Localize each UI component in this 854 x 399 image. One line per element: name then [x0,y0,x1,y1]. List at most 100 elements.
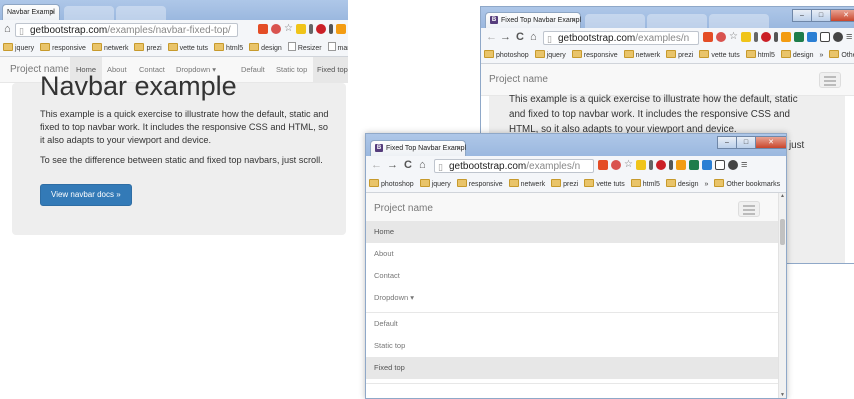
bookmark-item[interactable]: prezi [134,41,162,56]
menu-fixed-top[interactable]: Fixed top [366,357,778,379]
pinterest-extension-icon[interactable] [315,24,326,34]
back-icon[interactable]: ← [371,159,382,171]
bookmark-item[interactable]: vette tuts [699,48,740,63]
bookmark-item[interactable]: prezi [551,177,578,192]
puzzle-extension-icon[interactable] [740,32,751,42]
bookmark-item[interactable]: design [249,41,282,56]
menu-default[interactable]: Default [366,313,778,335]
bookmark-item[interactable]: netwerk [623,48,660,63]
pen-extension-icon[interactable] [668,160,673,170]
scroll-up-icon[interactable]: ▲ [779,193,786,199]
bookmark-item[interactable]: Resizer [287,41,322,56]
bookmark-item[interactable]: prezi [666,48,693,63]
back-icon[interactable]: ← [486,31,497,43]
square-extension-icon[interactable] [819,32,830,42]
bookmark-item[interactable]: photoshop [484,48,529,63]
navbar-toggle-button[interactable] [819,72,841,88]
nav-static-top[interactable]: Static top [276,57,307,83]
forward-icon[interactable]: → [387,159,398,171]
bookmark-item[interactable]: vette tuts [167,41,208,56]
bookmark-item[interactable]: design [665,177,699,192]
bookmark-item[interactable]: html5 [745,48,775,63]
front-tab[interactable]: B Fixed Top Navbar Exampl × [370,140,466,156]
pen-extension-icon[interactable] [753,32,758,42]
pen-extension-icon[interactable] [773,32,778,42]
forward-icon[interactable]: → [500,31,511,43]
maximize-icon[interactable]: □ [736,136,756,149]
reload-icon[interactable]: C [516,31,524,43]
pen-extension-icon[interactable] [328,24,333,34]
bookmark-item[interactable]: design [780,48,814,63]
html5-extension-icon[interactable] [703,32,713,42]
pen-extension-icon[interactable] [648,160,653,170]
scrollbar-thumb[interactable] [780,219,785,245]
bookmark-item[interactable]: » [705,177,709,192]
reload-icon[interactable]: C [404,159,412,171]
vertical-scrollbar[interactable]: ▲ ▼ [778,193,786,398]
chrome-menu-icon[interactable]: ≡ [846,32,852,43]
background-tab[interactable] [647,14,707,28]
background-tab[interactable] [116,6,166,20]
square-extension-icon[interactable] [714,160,725,170]
cast-extension-icon[interactable] [701,160,712,170]
bookmark-item[interactable]: netwerk [508,177,545,192]
chrome-menu-icon[interactable]: ≡ [741,160,747,171]
tab-close-icon[interactable]: × [50,5,55,21]
minimize-icon[interactable]: – [792,9,812,22]
bookmark-item[interactable]: html5 [214,41,243,56]
address-bar[interactable]: ▯ getbootstrap.com/examples/n [434,159,594,173]
pen-extension-icon[interactable] [308,24,313,34]
nav-default[interactable]: Default [241,57,265,83]
circle-extension-icon[interactable] [727,160,738,170]
pinterest-extension-icon[interactable] [655,160,666,170]
right-tab[interactable]: B Fixed Top Navbar Exampl × [485,12,581,28]
home-icon[interactable]: ⌂ [4,23,11,35]
star-icon[interactable]: ☆ [624,160,633,170]
orange-extension-icon[interactable] [780,32,791,42]
home-icon[interactable]: ⌂ [419,159,426,171]
bookmark-item[interactable]: responsive [40,41,86,56]
bookmark-item[interactable]: html5 [630,177,660,192]
nav-fixed-top[interactable]: Fixed top [313,57,348,83]
html5-extension-icon[interactable] [258,24,268,34]
circle-extension-icon[interactable] [832,32,843,42]
bookmark-item[interactable]: jquery [3,41,34,56]
background-tab[interactable] [585,14,645,28]
minimize-icon[interactable]: – [717,136,737,149]
scroll-down-icon[interactable]: ▼ [779,392,786,398]
green-extension-icon[interactable] [793,32,804,42]
puzzle-extension-icon[interactable] [295,24,306,34]
bookmark-item[interactable]: responsive [456,177,503,192]
home-icon[interactable]: ⌂ [530,31,537,43]
record-extension-icon[interactable] [611,160,621,170]
menu-dropdown[interactable]: Dropdown ▾ [366,287,778,309]
close-icon[interactable]: ✕ [830,9,854,22]
navbar-toggle-button[interactable] [738,201,760,217]
cast-extension-icon[interactable] [806,32,817,42]
background-tab[interactable] [64,6,114,20]
menu-contact[interactable]: Contact [366,265,778,287]
orange-extension-icon[interactable] [335,24,346,34]
menu-about[interactable]: About [366,243,778,265]
maximize-icon[interactable]: □ [811,9,831,22]
left-tab[interactable]: Navbar Exampl × [2,4,60,20]
bookmark-item[interactable]: » [820,48,824,63]
address-bar[interactable]: ▯ getbootstrap.com/examples/n [543,31,699,45]
bookmark-item[interactable]: responsive [571,48,618,63]
bookmark-item[interactable]: netwerk [91,41,128,56]
bookmark-item[interactable]: jquery [534,48,566,63]
green-extension-icon[interactable] [688,160,699,170]
menu-static-top[interactable]: Static top [366,335,778,357]
html5-extension-icon[interactable] [598,160,608,170]
bookmark-item[interactable]: manifest [327,41,348,56]
tab-close-icon[interactable]: × [456,141,461,157]
bookmark-item[interactable]: Other bookmarks [829,48,854,63]
pinterest-extension-icon[interactable] [760,32,771,42]
close-icon[interactable]: ✕ [755,136,786,149]
record-extension-icon[interactable] [716,32,726,42]
star-icon[interactable]: ☆ [284,24,293,34]
bookmark-item[interactable]: vette tuts [584,177,625,192]
tab-close-icon[interactable]: × [571,13,576,29]
bookmark-item[interactable]: jquery [419,177,451,192]
bookmark-item[interactable]: photoshop [369,177,414,192]
